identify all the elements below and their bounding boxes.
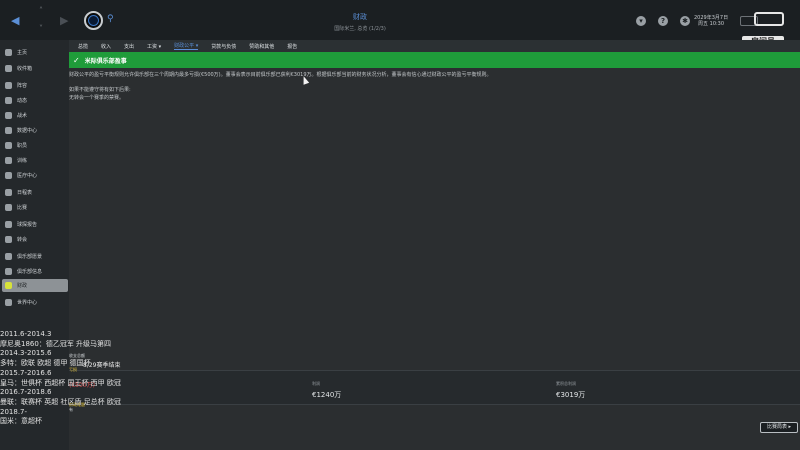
club-logo[interactable]: [84, 11, 103, 30]
profit-stat: 利润 €1240万: [312, 381, 341, 400]
tab-wages[interactable]: 工资 ▾: [147, 43, 161, 50]
tab-loans[interactable]: 贷款与负债: [211, 43, 236, 50]
main-panel: ✓ 米际俱乐部盈事 财政公平的盈亏平衡规则允许俱乐部在三个周期内最多亏损(€50…: [69, 52, 800, 450]
back-arrow-icon[interactable]: ◀: [11, 14, 19, 27]
sidebar-item-inbox[interactable]: 收件箱: [2, 62, 68, 75]
tab-bar: 总揽 收入 支出 工资 ▾ 财政公平 ▾ 贷款与负债 赞助和其他 报告: [69, 40, 800, 52]
schedule-icon: [5, 189, 12, 196]
dynamics-icon: [5, 97, 12, 104]
sidebar-item-staff[interactable]: 职员: [2, 139, 68, 152]
tab-financial-fair-play[interactable]: 财政公平 ▾: [174, 42, 199, 50]
sidebar-item-world[interactable]: 世界中心: [2, 296, 68, 309]
tab-income[interactable]: 收入: [101, 43, 111, 50]
medical-icon: [5, 172, 12, 179]
total-profit-label: 累积总利润: [556, 381, 576, 386]
settings-icon[interactable]: ✱: [680, 16, 690, 26]
sidebar-item-finances[interactable]: 财政: [2, 279, 68, 292]
sidebar-item-schedule[interactable]: 日程表: [2, 186, 68, 199]
sidebar-item-transfers[interactable]: 转会: [2, 233, 68, 246]
ffp-consequences: 如果不能遵守将有如下后果: 无转会一个赛季的禁赛。: [69, 86, 131, 102]
status-banner: ✓ 米际俱乐部盈事: [69, 52, 800, 68]
sidebar-item-club-info[interactable]: 俱乐部信息: [2, 265, 68, 278]
tab-expenditure[interactable]: 支出: [124, 43, 134, 50]
match-schedule-button[interactable]: 比赛局表 ▸: [760, 422, 798, 433]
chevron-up-icon[interactable]: ˄: [39, 7, 43, 15]
sidebar-item-medical[interactable]: 医疗中心: [2, 169, 68, 182]
finance-icon: [5, 282, 12, 289]
total-profit-value: €3019万: [556, 391, 586, 399]
sidebar-item-tactics[interactable]: 战术: [2, 109, 68, 122]
ffp-description: 财政公平的盈亏平衡规则允许俱乐部在三个周期内最多亏损(€500万)。董事会表示目…: [69, 72, 492, 78]
tab-sponsorship[interactable]: 赞助和其他: [249, 43, 274, 50]
training-icon: [5, 157, 12, 164]
search-icon[interactable]: ⚲: [107, 14, 114, 24]
help-icon[interactable]: ?: [658, 16, 668, 26]
profit-value: €1240万: [312, 391, 342, 399]
tab-reports[interactable]: 报告: [287, 43, 297, 50]
forward-arrow-icon[interactable]: ▶: [60, 14, 68, 27]
page-subtitle: 国际米兰, 总览 (1/2/3): [334, 26, 386, 32]
sidebar-item-training[interactable]: 训练: [2, 154, 68, 167]
page-title: 财政: [353, 13, 367, 21]
home-icon: [5, 49, 12, 56]
consequence-item: 无转会一个赛季的禁赛。: [69, 95, 125, 101]
transfer-icon: [5, 236, 12, 243]
sidebar-item-squad[interactable]: 阵容: [2, 79, 68, 92]
scouting-icon: [5, 221, 12, 228]
data-icon: [5, 127, 12, 134]
consequence-heading: 如果不能遵守将有如下后果:: [69, 87, 131, 93]
tab-overview[interactable]: 总揽: [78, 43, 88, 50]
banner-text: 米际俱乐部盈事: [84, 57, 127, 65]
club-info-icon: [5, 268, 12, 275]
vision-icon: [5, 253, 12, 260]
sidebar-item-dynamics[interactable]: 动态: [2, 94, 68, 107]
game-date: 2029年3月7日 周五 10:30: [694, 15, 729, 27]
squad-icon: [5, 82, 12, 89]
sidebar-item-data[interactable]: 数据中心: [2, 124, 68, 137]
staff-icon: [5, 142, 12, 149]
inbox-icon: [5, 65, 12, 72]
world-icon: [5, 299, 12, 306]
stream-logo: [754, 12, 784, 26]
sidebar-item-scouting[interactable]: 球探报告: [2, 218, 68, 231]
manager-history-overlay: 2011.6-2014.3 摩尼奥1860：德乙冠军 升级马第四 2014.3-…: [0, 330, 121, 426]
chevron-down-icon[interactable]: ˅: [39, 25, 43, 33]
up-down-nav[interactable]: ˄ ˅: [36, 7, 46, 33]
page-title-block: 财政 国际米兰, 总览 (1/2/3): [300, 12, 420, 32]
sidebar-item-club-vision[interactable]: 俱乐部愿景: [2, 250, 68, 263]
check-icon: ✓: [73, 55, 80, 65]
total-profit-stat: 累积总利润 €3019万: [556, 381, 585, 400]
shield-icon[interactable]: ▾: [636, 16, 646, 26]
tactics-icon: [5, 112, 12, 119]
stats-row: 利润 €1240万 累积总利润 €3019万: [69, 370, 800, 405]
top-bar: ◀ ˄ ˅ ▶ ⚲ 财政 国际米兰, 总览 (1/2/3) ▾ ? ✱ 2029…: [0, 0, 800, 57]
trophy-icon: [5, 204, 12, 211]
profit-label: 利润: [312, 381, 320, 386]
sidebar-item-home[interactable]: 主页: [2, 46, 68, 59]
sidebar-item-competitions[interactable]: 比赛: [2, 201, 68, 214]
